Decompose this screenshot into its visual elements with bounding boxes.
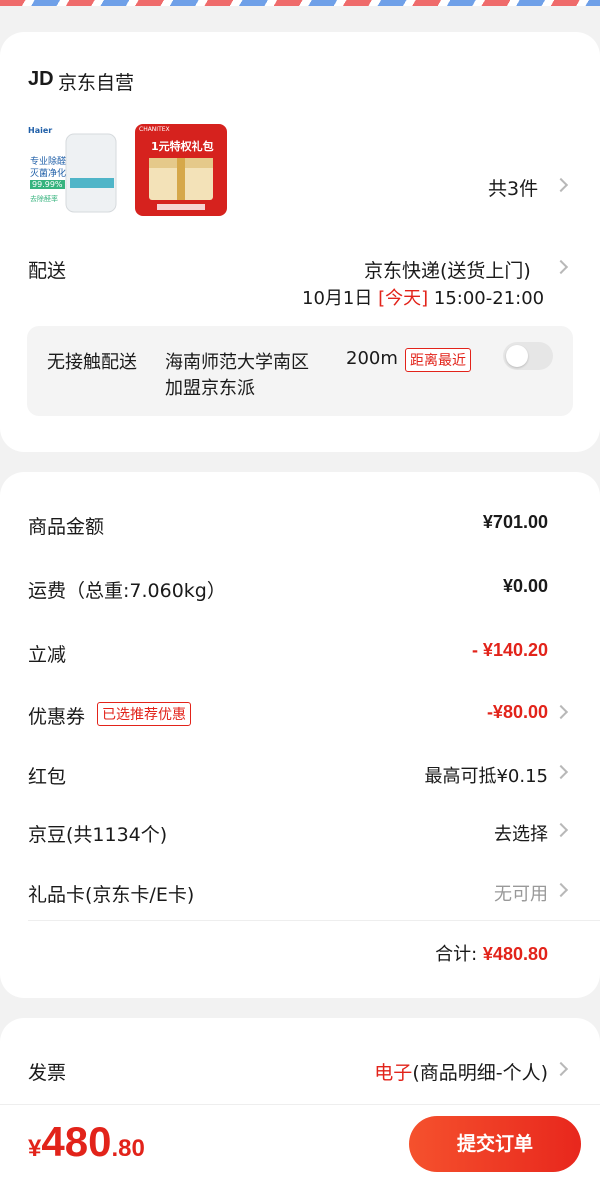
jingdou-value[interactable]: 去选择 (494, 820, 548, 846)
coupon-value[interactable]: -¥80.00 (487, 702, 548, 723)
today-tag: [今天] (378, 288, 429, 309)
coupon-tag: 已选推荐优惠 (97, 702, 191, 726)
product-thumb-purifier[interactable]: Haier 专业除醛 灭菌净化 99.99% 去除醛率 (26, 124, 118, 216)
item-count[interactable]: 共3件 (488, 174, 538, 201)
pricing-card: 商品金额 ¥701.00 运费（总重:7.060kg） ¥0.00 立减 - ¥… (0, 472, 600, 998)
toggle-knob (506, 345, 528, 367)
invoice-label: 发票 (28, 1062, 67, 1084)
chevron-right-icon[interactable] (553, 1061, 569, 1077)
delivery-time: 15:00-21:00 (433, 288, 545, 309)
chevron-right-icon[interactable] (553, 177, 569, 193)
delivery-method[interactable]: 京东快递(送货上门) (364, 256, 531, 283)
product-title2: 1元特权礼包 (151, 140, 214, 153)
jingdou-label: 京豆(共1134个) (28, 824, 168, 846)
chevron-right-icon[interactable] (553, 882, 569, 898)
shipping-label: 运费（总重:7.060kg） (28, 580, 226, 602)
goods-amount-value: ¥701.00 (482, 512, 548, 532)
product-thumb-giftpack[interactable]: CHANITEX 1元特权礼包 (135, 124, 227, 216)
goods-amount-label: 商品金额 (28, 516, 105, 538)
nearest-tag: 距离最近 (405, 348, 471, 372)
chevron-right-icon[interactable] (553, 764, 569, 780)
product-line2: 灭菌净化 (30, 169, 67, 179)
invoice-type: 电子 (374, 1062, 413, 1084)
product-brand2: CHANITEX (139, 126, 170, 133)
contactless-label: 无接触配送 (47, 352, 137, 373)
footer-amount-int: 480 (41, 1118, 112, 1165)
submit-order-button[interactable]: 提交订单 (409, 1116, 581, 1172)
airmail-border (0, 0, 600, 14)
red-packet-label: 红包 (28, 766, 67, 788)
footer-currency: ¥ (28, 1135, 42, 1162)
order-card: JD 京东自营 Haier 专业除醛 灭菌净化 99.99% 去除醛率 CHAN… (0, 32, 600, 452)
station-name: 海南师范大学南区 (165, 352, 309, 373)
delivery-label: 配送 (28, 260, 67, 282)
shipping-value: ¥0.00 (502, 576, 548, 596)
contactless-box: 无接触配送 海南师范大学南区 加盟京东派 200m 距离最近 (27, 326, 573, 416)
gift-card-label: 礼品卡(京东卡/E卡) (28, 884, 195, 906)
total-row: 合计: ¥480.80 (435, 940, 548, 966)
instant-discount-value: - ¥140.20 (471, 640, 548, 660)
total-label: 合计: (435, 944, 478, 965)
product-caption: 去除醛率 (30, 195, 58, 203)
station-subname: 加盟京东派 (165, 378, 255, 399)
chevron-right-icon[interactable] (553, 259, 569, 275)
product-brand: Haier (28, 126, 53, 135)
station-distance: 200m (346, 348, 398, 369)
total-value: ¥480.80 (482, 944, 548, 964)
store-name: 京东自营 (58, 72, 135, 94)
coupon-label: 优惠券 (28, 706, 86, 728)
contactless-toggle[interactable] (503, 342, 553, 370)
invoice-value[interactable]: 电子(商品明细-个人) (374, 1058, 548, 1085)
footer-amount-dec: .80 (111, 1135, 145, 1162)
divider (28, 920, 600, 921)
invoice-detail: (商品明细-个人) (412, 1062, 548, 1084)
delivery-date: 10月1日 (302, 288, 373, 309)
product-percent: 99.99% (30, 180, 65, 189)
chevron-right-icon[interactable] (553, 704, 569, 720)
chevron-right-icon[interactable] (553, 822, 569, 838)
gift-card-value[interactable]: 无可用 (494, 880, 548, 906)
jd-logo: JD (28, 68, 54, 90)
footer-total: ¥480.80 (28, 1118, 145, 1166)
delivery-time-row[interactable]: 10月1日 [今天] 15:00-21:00 (302, 284, 544, 310)
red-packet-value[interactable]: 最高可抵¥0.15 (424, 762, 548, 788)
instant-discount-label: 立减 (28, 644, 67, 666)
